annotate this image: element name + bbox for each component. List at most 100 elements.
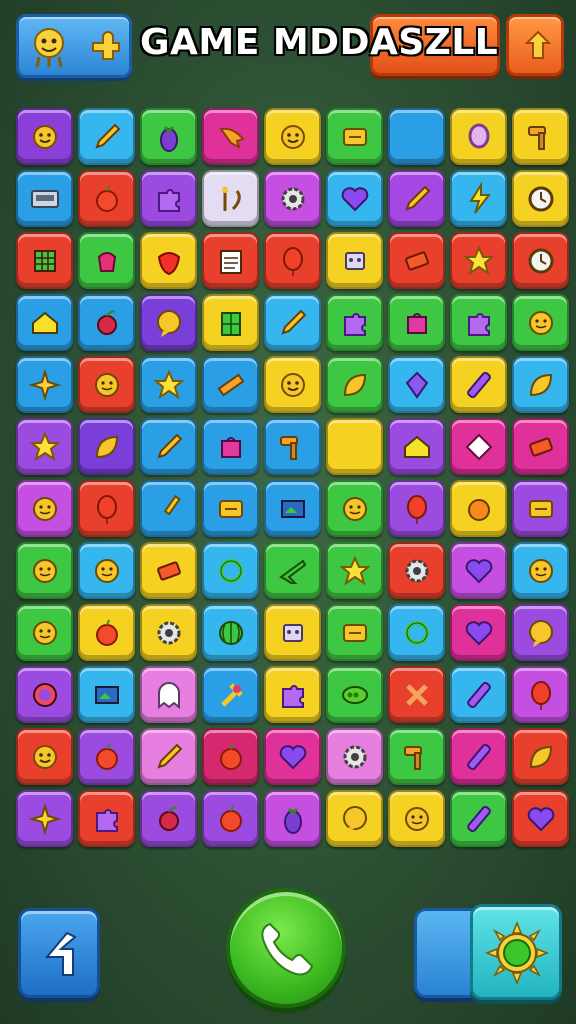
back-button[interactable] — [18, 908, 100, 998]
board-tile[interactable] — [264, 418, 321, 475]
top-left-panel[interactable] — [16, 14, 132, 78]
board-tile[interactable] — [202, 418, 259, 475]
board-tile[interactable] — [264, 108, 321, 165]
board-tile[interactable] — [326, 790, 383, 847]
board-tile[interactable] — [140, 480, 197, 537]
board-tile[interactable] — [16, 418, 73, 475]
board-tile[interactable] — [326, 666, 383, 723]
board-tile[interactable] — [78, 418, 135, 475]
board-tile[interactable] — [388, 604, 445, 661]
board-tile[interactable] — [140, 790, 197, 847]
board-tile[interactable] — [140, 542, 197, 599]
board-tile[interactable] — [450, 480, 507, 537]
settings-button[interactable] — [470, 904, 562, 1000]
board-tile[interactable] — [264, 356, 321, 413]
board-tile[interactable] — [512, 604, 569, 661]
board-tile[interactable] — [78, 790, 135, 847]
board-tile[interactable] — [264, 294, 321, 351]
board-tile[interactable] — [388, 108, 445, 165]
board-tile[interactable] — [388, 232, 445, 289]
board-tile[interactable] — [388, 356, 445, 413]
board-tile[interactable] — [512, 542, 569, 599]
board-tile[interactable] — [450, 294, 507, 351]
board-tile[interactable] — [326, 170, 383, 227]
board-tile[interactable] — [388, 542, 445, 599]
board-tile[interactable] — [326, 604, 383, 661]
board-tile[interactable] — [16, 790, 73, 847]
board-tile[interactable] — [512, 728, 569, 785]
board-tile[interactable] — [202, 480, 259, 537]
call-button[interactable] — [226, 888, 346, 1008]
board-tile[interactable] — [512, 108, 569, 165]
board-tile[interactable] — [16, 542, 73, 599]
board-tile[interactable] — [512, 356, 569, 413]
board-tile[interactable] — [512, 170, 569, 227]
board-tile[interactable] — [326, 294, 383, 351]
board-tile[interactable] — [388, 728, 445, 785]
board-tile[interactable] — [202, 728, 259, 785]
board-tile[interactable] — [140, 728, 197, 785]
board-tile[interactable] — [16, 108, 73, 165]
board-tile[interactable] — [450, 108, 507, 165]
board-tile[interactable] — [264, 170, 321, 227]
board-tile[interactable] — [16, 356, 73, 413]
board-tile[interactable] — [78, 108, 135, 165]
board-tile[interactable] — [78, 728, 135, 785]
board-tile[interactable] — [512, 666, 569, 723]
board-tile[interactable] — [78, 294, 135, 351]
board-tile[interactable] — [326, 356, 383, 413]
board-tile[interactable] — [78, 480, 135, 537]
board-tile[interactable] — [202, 232, 259, 289]
board-tile[interactable] — [78, 356, 135, 413]
board-tile[interactable] — [140, 604, 197, 661]
board-tile[interactable] — [388, 666, 445, 723]
board-tile[interactable] — [16, 666, 73, 723]
board-tile[interactable] — [78, 666, 135, 723]
board-tile[interactable] — [140, 294, 197, 351]
board-tile[interactable] — [202, 294, 259, 351]
board-tile[interactable] — [264, 480, 321, 537]
board-tile[interactable] — [202, 170, 259, 227]
board-tile[interactable] — [326, 108, 383, 165]
board-tile[interactable] — [512, 294, 569, 351]
board-tile[interactable] — [326, 232, 383, 289]
board-tile[interactable] — [16, 604, 73, 661]
board-tile[interactable] — [264, 728, 321, 785]
board-tile[interactable] — [140, 666, 197, 723]
board-tile[interactable] — [16, 232, 73, 289]
board-tile[interactable] — [388, 418, 445, 475]
board-tile[interactable] — [140, 418, 197, 475]
board-tile[interactable] — [326, 480, 383, 537]
board-tile[interactable] — [326, 728, 383, 785]
board-tile[interactable] — [16, 480, 73, 537]
board-tile[interactable] — [264, 666, 321, 723]
board-tile[interactable] — [78, 170, 135, 227]
board-tile[interactable] — [140, 170, 197, 227]
board-tile[interactable] — [450, 542, 507, 599]
board-tile[interactable] — [140, 232, 197, 289]
board-tile[interactable] — [512, 480, 569, 537]
top-right-button[interactable] — [506, 14, 564, 76]
board-tile[interactable] — [450, 356, 507, 413]
board-tile[interactable] — [264, 542, 321, 599]
board-tile[interactable] — [78, 604, 135, 661]
board-tile[interactable] — [450, 790, 507, 847]
board-tile[interactable] — [264, 232, 321, 289]
board-tile[interactable] — [202, 542, 259, 599]
board-tile[interactable] — [450, 232, 507, 289]
board-tile[interactable] — [140, 108, 197, 165]
board-tile[interactable] — [202, 356, 259, 413]
board-tile[interactable] — [16, 170, 73, 227]
board-tile[interactable] — [512, 232, 569, 289]
board-tile[interactable] — [78, 542, 135, 599]
board-tile[interactable] — [326, 418, 383, 475]
board-tile[interactable] — [264, 604, 321, 661]
board-tile[interactable] — [388, 170, 445, 227]
board-tile[interactable] — [202, 108, 259, 165]
board-tile[interactable] — [450, 604, 507, 661]
board-tile[interactable] — [16, 294, 73, 351]
board-tile[interactable] — [388, 480, 445, 537]
board-tile[interactable] — [512, 418, 569, 475]
board-tile[interactable] — [264, 790, 321, 847]
board-tile[interactable] — [450, 728, 507, 785]
